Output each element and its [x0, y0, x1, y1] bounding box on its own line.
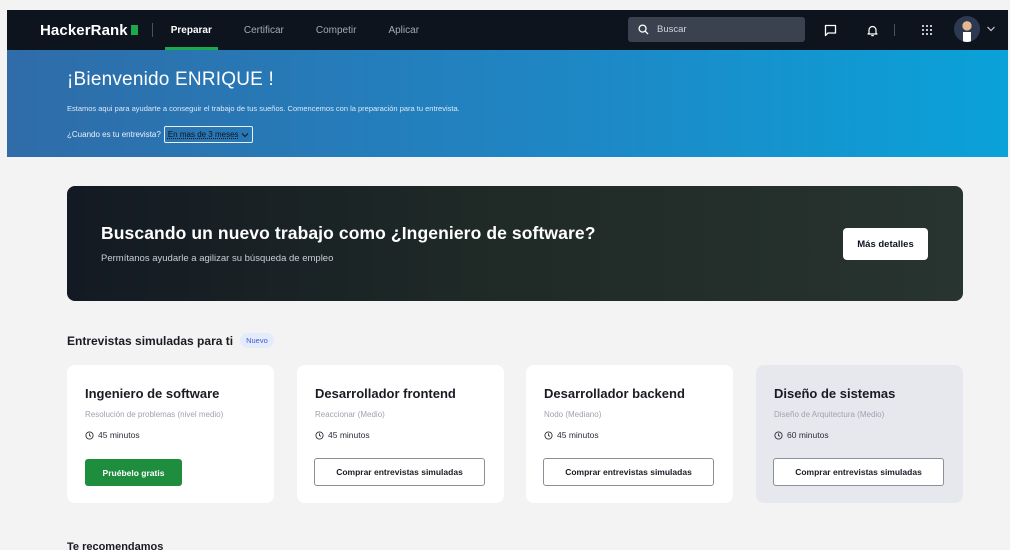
- card-subtitle: Diseño de Arquitectura (Medio): [774, 410, 885, 419]
- new-badge: Nuevo: [240, 333, 274, 348]
- logo-text: HackerRank: [40, 21, 128, 39]
- buy-mock-interviews-button[interactable]: Comprar entrevistas simuladas: [543, 458, 714, 486]
- card-subtitle: Nodo (Mediano): [544, 410, 602, 419]
- card-duration: 45 minutos: [85, 430, 140, 440]
- search-icon: [638, 24, 649, 35]
- nav-tab-preparar[interactable]: Preparar: [164, 10, 219, 50]
- card-duration: 45 minutos: [315, 430, 370, 440]
- card-duration-text: 45 minutos: [557, 430, 599, 440]
- interview-date-label: ¿Cuando es tu entrevista?: [67, 130, 161, 139]
- card-duration: 60 minutos: [774, 430, 829, 440]
- welcome-subtitle: Estamos aqui para ayudarte a conseguir e…: [67, 104, 460, 113]
- welcome-banner: ¡Bienvenido ENRIQUE ! Estamos aqui para …: [7, 50, 1008, 157]
- logo-mark: [130, 25, 138, 35]
- avatar[interactable]: [954, 16, 980, 42]
- search-placeholder: Buscar: [657, 24, 687, 35]
- chevron-down-icon: [241, 132, 248, 137]
- job-search-hero-card: Buscando un nuevo trabajo como ¿Ingenier…: [67, 186, 963, 301]
- recommendations-heading: Te recomendamos: [67, 541, 164, 550]
- interview-date-dropdown[interactable]: En mas de 3 meses: [163, 126, 253, 143]
- hero-subtitle: Permítanos ayudarle a agilizar su búsque…: [101, 253, 334, 264]
- clock-icon: [774, 430, 783, 440]
- mock-card-backend[interactable]: Desarrollador backend Nodo (Mediano) 45 …: [526, 365, 733, 503]
- card-duration-text: 45 minutos: [98, 430, 140, 440]
- card-title: Ingeniero de software: [85, 386, 220, 401]
- card-duration: 45 minutos: [544, 430, 599, 440]
- chevron-down-icon[interactable]: [986, 25, 996, 33]
- card-subtitle: Reaccionar (Medio): [315, 410, 385, 419]
- bell-icon[interactable]: [864, 22, 880, 38]
- buy-mock-interviews-button[interactable]: Comprar entrevistas simuladas: [314, 458, 485, 486]
- nav-tab-competir[interactable]: Competir: [316, 10, 357, 50]
- card-title: Diseño de sistemas: [774, 386, 896, 401]
- buy-mock-interviews-button[interactable]: Comprar entrevistas simuladas: [773, 458, 944, 486]
- welcome-title: ¡Bienvenido ENRIQUE !: [67, 69, 274, 90]
- more-details-button[interactable]: Más detalles: [843, 228, 928, 260]
- hero-title: Buscando un nuevo trabajo como ¿Ingenier…: [101, 223, 596, 243]
- mock-card-software-engineer[interactable]: Ingeniero de software Resolución de prob…: [67, 365, 274, 503]
- card-subtitle: Resolución de problemas (nivel medio): [85, 410, 224, 419]
- nav-divider: [151, 23, 153, 37]
- card-duration-text: 45 minutos: [328, 430, 370, 440]
- card-title: Desarrollador backend: [544, 386, 685, 401]
- mock-card-system-design[interactable]: Diseño de sistemas Diseño de Arquitectur…: [756, 365, 963, 503]
- interview-date-value: En mas de 3 meses: [167, 130, 239, 139]
- clock-icon: [85, 430, 94, 440]
- top-navbar: HackerRank Preparar Certificar Competir …: [7, 10, 1008, 50]
- clock-icon: [315, 430, 324, 440]
- mock-interviews-title: Entrevistas simuladas para ti: [67, 333, 234, 348]
- interview-date-row: ¿Cuando es tu entrevista? En mas de 3 me…: [67, 126, 253, 143]
- clock-icon: [544, 430, 553, 440]
- nav-tab-certificar[interactable]: Certificar: [244, 10, 284, 50]
- card-title: Desarrollador frontend: [315, 386, 456, 401]
- nav-tab-aplicar[interactable]: Aplicar: [388, 10, 419, 50]
- nav-divider-right: [894, 24, 895, 36]
- mock-interviews-heading: Entrevistas simuladas para ti Nuevo: [67, 333, 274, 348]
- try-free-button[interactable]: Pruébelo gratis: [85, 459, 182, 486]
- card-duration-text: 60 minutos: [787, 430, 829, 440]
- mock-card-frontend[interactable]: Desarrollador frontend Reaccionar (Medio…: [297, 365, 504, 503]
- hackerrank-logo[interactable]: HackerRank: [40, 22, 138, 39]
- search-input[interactable]: Buscar: [628, 17, 805, 42]
- grid-icon[interactable]: [919, 22, 935, 38]
- chat-icon[interactable]: [822, 22, 838, 38]
